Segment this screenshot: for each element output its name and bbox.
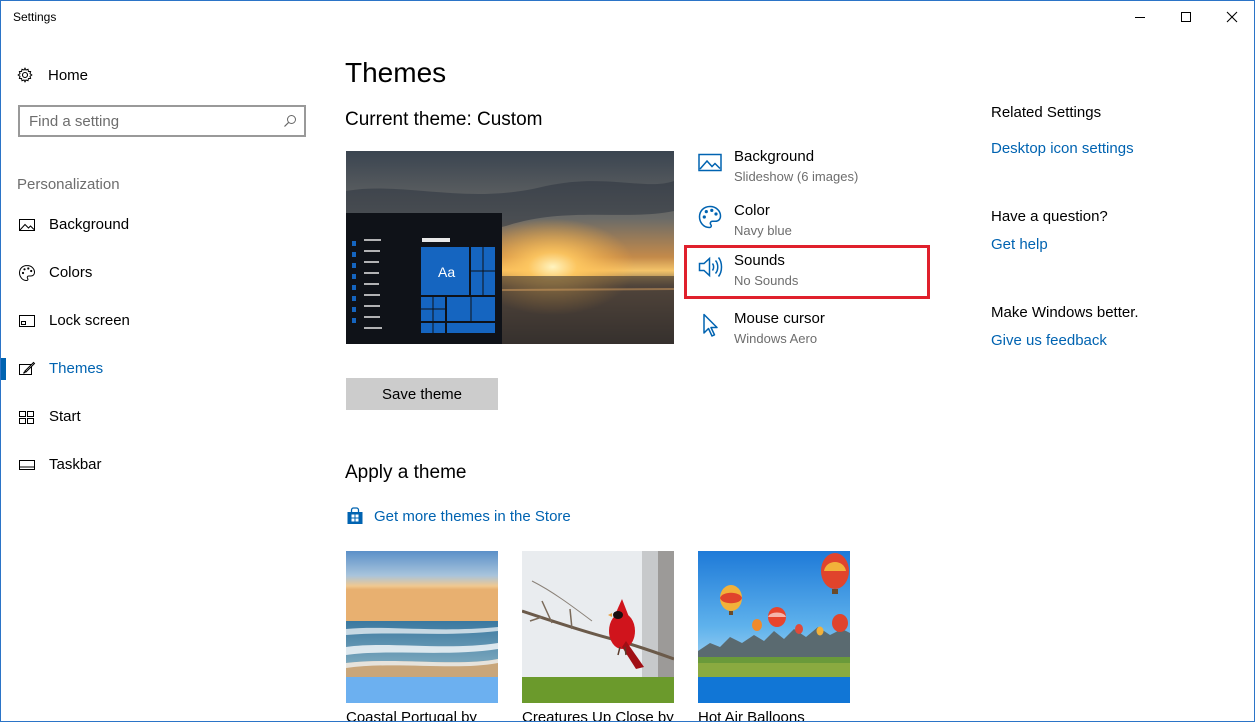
picture-icon <box>698 153 722 172</box>
sidebar-item-label: Taskbar <box>49 456 102 473</box>
question-heading: Have a question? <box>991 208 1108 225</box>
sidebar-item-label: Background <box>49 216 130 233</box>
theme-accent-strip <box>346 677 498 703</box>
theme-card-creatures-up-close[interactable]: Creatures Up Close by <box>522 551 674 722</box>
close-icon <box>1226 11 1238 23</box>
theme-accent-strip <box>522 677 674 703</box>
property-background[interactable]: Background Slideshow (6 images) <box>684 141 930 195</box>
desktop-icon-settings-link[interactable]: Desktop icon settings <box>991 140 1134 157</box>
lock-screen-icon <box>19 315 35 327</box>
sidebar-item-taskbar[interactable]: Taskbar <box>1 445 321 485</box>
search-icon[interactable] <box>283 114 297 128</box>
sidebar-item-label: Lock screen <box>49 312 130 329</box>
property-name: Color <box>734 202 770 219</box>
settings-window: Settings Home Personalization <box>0 0 1255 722</box>
property-mouse-cursor[interactable]: Mouse cursor Windows Aero <box>684 303 930 357</box>
sidebar: Home Personalization Background Colors <box>1 33 321 721</box>
property-name: Background <box>734 148 815 165</box>
property-color[interactable]: Color Navy blue <box>684 195 930 249</box>
cursor-icon <box>703 313 718 337</box>
theme-preview-image: Aa <box>346 151 674 344</box>
theme-name: Creatures Up Close by <box>522 709 674 722</box>
feedback-heading: Make Windows better. <box>991 304 1139 321</box>
title-bar: Settings <box>1 1 1254 33</box>
window-title: Settings <box>13 10 57 24</box>
property-value: Slideshow (6 images) <box>734 169 859 184</box>
theme-card-hot-air-balloons[interactable]: Hot Air Balloons <box>698 551 850 722</box>
search-input[interactable] <box>29 112 269 130</box>
maximize-icon <box>1181 12 1191 22</box>
nav-home[interactable]: Home <box>17 63 88 87</box>
palette-icon <box>698 205 722 229</box>
minimize-button[interactable] <box>1117 1 1163 33</box>
sidebar-item-label: Colors <box>49 264 93 281</box>
store-link[interactable]: Get more themes in the Store <box>346 506 571 526</box>
store-link-label: Get more themes in the Store <box>374 507 571 525</box>
nav-home-label: Home <box>48 66 89 84</box>
save-theme-button[interactable]: Save theme <box>346 378 498 410</box>
theme-card-coastal-portugal[interactable]: Coastal Portugal by <box>346 551 498 722</box>
picture-icon <box>19 219 35 231</box>
palette-icon <box>18 264 36 282</box>
theme-name: Coastal Portugal by <box>346 709 477 722</box>
start-icon <box>19 411 34 424</box>
preview-tile-text: Aa <box>438 264 455 280</box>
store-icon <box>347 507 363 524</box>
sidebar-item-background[interactable]: Background <box>1 205 321 245</box>
property-value: Windows Aero <box>734 331 818 346</box>
property-value: Navy blue <box>734 223 792 238</box>
theme-thumbnail <box>698 551 850 677</box>
theme-thumbnail <box>346 551 498 677</box>
sidebar-item-label: Start <box>49 408 81 425</box>
gear-icon <box>17 67 33 83</box>
selection-indicator <box>1 358 6 380</box>
theme-preview: Aa <box>346 151 674 344</box>
property-name: Sounds <box>734 252 785 269</box>
sidebar-item-themes[interactable]: Themes <box>1 349 321 389</box>
apply-theme-heading: Apply a theme <box>345 462 467 483</box>
sidebar-item-lock-screen[interactable]: Lock screen <box>1 301 321 341</box>
search-box[interactable] <box>18 105 306 137</box>
minimize-icon <box>1135 17 1145 18</box>
speaker-icon <box>698 256 723 278</box>
sidebar-item-colors[interactable]: Colors <box>1 253 321 293</box>
theme-name: Hot Air Balloons <box>698 709 805 722</box>
give-feedback-link[interactable]: Give us feedback <box>991 332 1107 349</box>
page-title: Themes <box>345 57 447 88</box>
sidebar-item-label: Themes <box>49 360 104 377</box>
sidebar-item-start[interactable]: Start <box>1 397 321 437</box>
taskbar-icon <box>19 460 35 470</box>
get-help-link[interactable]: Get help <box>991 236 1048 253</box>
current-theme-heading: Current theme: Custom <box>345 109 543 130</box>
property-sounds[interactable]: Sounds No Sounds <box>684 245 930 299</box>
property-name: Mouse cursor <box>734 310 825 327</box>
close-button[interactable] <box>1209 1 1254 33</box>
related-settings-heading: Related Settings <box>991 104 1102 121</box>
themes-brush-icon <box>19 361 36 375</box>
property-value: No Sounds <box>734 273 799 288</box>
theme-accent-strip <box>698 677 850 703</box>
theme-thumbnail <box>522 551 674 677</box>
section-label: Personalization <box>17 176 120 193</box>
maximize-button[interactable] <box>1163 1 1209 33</box>
